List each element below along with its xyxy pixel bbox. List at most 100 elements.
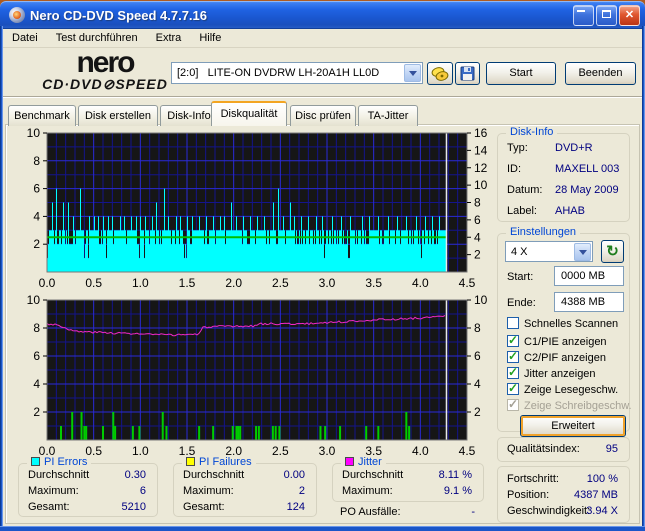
- svg-text:0.5: 0.5: [85, 276, 102, 290]
- pi-errors-stats: PI Errors Durchschnitt 0.30 Maximum: 6 Ges…: [18, 456, 158, 517]
- title-bar[interactable]: Nero CD-DVD Speed 4.7.7.16 ✕: [0, 1, 645, 29]
- tab-disk-erstellen[interactable]: Disk erstellen: [78, 105, 158, 126]
- svg-text:3.0: 3.0: [319, 444, 336, 458]
- svg-text:1.5: 1.5: [179, 276, 196, 290]
- svg-text:2: 2: [474, 405, 481, 419]
- window-border: [0, 526, 645, 531]
- pie-total-label: Gesamt:: [28, 501, 70, 513]
- pif-avg-label: Durchschnitt: [183, 469, 245, 481]
- start-button[interactable]: Start: [486, 62, 556, 85]
- svg-text:4: 4: [474, 230, 481, 244]
- checkbox-icon[interactable]: [507, 317, 519, 329]
- drive-select[interactable]: [2:0] LITE-ON DVDRW LH-20A1H LL0D: [171, 62, 423, 84]
- pif-avg-value: 0.00: [283, 469, 305, 481]
- checkbox-lesegeschw[interactable]: ✓ Zeige Lesegeschw.: [507, 381, 618, 397]
- app-icon: [9, 7, 25, 23]
- pif-total-label: Gesamt:: [183, 501, 225, 513]
- menu-test-durchfuehren[interactable]: Test durchführen: [47, 30, 147, 46]
- checkbox-c1-pie[interactable]: ✓ C1/PIE anzeigen: [507, 333, 607, 349]
- minimize-icon: [577, 9, 585, 12]
- refresh-icon: ↻: [606, 243, 619, 260]
- pie-total-value: 5210: [121, 501, 146, 513]
- checkbox-icon[interactable]: ✓: [507, 333, 519, 347]
- minimize-button[interactable]: [573, 4, 594, 26]
- svg-text:4.0: 4.0: [412, 444, 429, 458]
- disc-eject-icon: [431, 66, 449, 81]
- save-button[interactable]: [455, 62, 480, 85]
- svg-text:4.5: 4.5: [459, 276, 476, 290]
- disk-date-value: 28 May 2009: [555, 184, 619, 196]
- disk-label-value: AHAB: [555, 205, 585, 217]
- eject-disc-button[interactable]: [427, 62, 453, 85]
- disk-id-label: ID:: [507, 163, 522, 175]
- checkbox-icon[interactable]: ✓: [507, 365, 519, 379]
- checkbox-schnelles-scannen[interactable]: Schnelles Scannen: [507, 317, 618, 331]
- pi-failures-legend-icon: [186, 457, 195, 466]
- tab-ta-jitter[interactable]: TA-Jitter: [358, 105, 418, 126]
- advanced-button[interactable]: Erweitert: [520, 415, 626, 437]
- svg-text:2: 2: [474, 248, 481, 262]
- jitter-pif-chart: 2468102468100.0 0.5 1.0 1.5 2.0 2.5 3.0 3.5 4.0 4…: [27, 293, 488, 458]
- close-icon: ✕: [624, 8, 635, 21]
- svg-text:2: 2: [33, 237, 40, 251]
- tab-disc-pruefen[interactable]: Disc prüfen: [290, 105, 356, 126]
- svg-text:1.0: 1.0: [132, 276, 149, 290]
- tab-disk-info[interactable]: Disk-Info: [160, 105, 218, 126]
- svg-text:4: 4: [33, 377, 40, 391]
- svg-text:2.0: 2.0: [225, 276, 242, 290]
- pi-errors-stats-title: PI Errors: [27, 456, 92, 468]
- disk-info-title: Disk-Info: [506, 126, 558, 138]
- pie-max-value: 6: [139, 485, 146, 497]
- svg-text:10: 10: [27, 126, 41, 140]
- menu-datei[interactable]: Datei: [3, 30, 47, 46]
- checkbox-icon: ✓: [507, 397, 519, 411]
- start-field[interactable]: 0000 MB: [554, 266, 624, 286]
- chevron-down-icon[interactable]: [574, 242, 591, 261]
- svg-text:4.0: 4.0: [412, 276, 429, 290]
- refresh-button[interactable]: ↻: [601, 240, 624, 263]
- jitter-avg-value: 8.11 %: [438, 469, 472, 481]
- quit-button[interactable]: Beenden: [565, 62, 636, 85]
- checkbox-icon[interactable]: ✓: [507, 349, 519, 363]
- quality-index-value: 95: [605, 443, 618, 455]
- tab-benchmark[interactable]: Benchmark: [8, 105, 76, 126]
- menu-extra[interactable]: Extra: [147, 30, 191, 46]
- checkbox-icon[interactable]: ✓: [507, 381, 519, 395]
- end-field[interactable]: 4388 MB: [554, 292, 624, 312]
- save-floppy-icon: [460, 66, 475, 81]
- svg-text:6: 6: [474, 213, 481, 227]
- checkbox-c2-pif[interactable]: ✓ C2/PIF anzeigen: [507, 349, 606, 365]
- disk-type-label: Typ:: [507, 142, 528, 154]
- position-label: Position:: [507, 489, 550, 501]
- menu-hilfe[interactable]: Hilfe: [190, 30, 230, 46]
- checkbox-jitter[interactable]: ✓ Jitter anzeigen: [507, 365, 596, 381]
- tab-diskqualitaet[interactable]: Diskqualität: [211, 101, 287, 126]
- pif-max-value: 2: [298, 485, 305, 497]
- svg-text:8: 8: [33, 321, 40, 335]
- svg-text:6: 6: [474, 349, 481, 363]
- position-value: 4387 MB: [573, 489, 618, 501]
- maximize-button[interactable]: [596, 4, 617, 26]
- jitter-legend-icon: [345, 457, 354, 466]
- svg-text:2.5: 2.5: [272, 276, 289, 290]
- pif-total-value: 124: [286, 501, 305, 513]
- close-button[interactable]: ✕: [619, 4, 640, 26]
- svg-text:6: 6: [33, 349, 40, 363]
- pi-failures-stats: PI Failures Durchschnitt 0.00 Maximum: 2 G…: [173, 456, 317, 517]
- jitter-stats-title: Jitter: [341, 456, 386, 468]
- pie-max-label: Maximum:: [28, 485, 79, 497]
- speed-select[interactable]: 4 X: [505, 241, 593, 262]
- jitter-avg-label: Durchschnitt: [342, 469, 404, 481]
- speed-select-value: 4 X: [511, 245, 528, 258]
- svg-text:14: 14: [474, 143, 488, 157]
- pi-failures-stats-title: PI Failures: [182, 456, 256, 468]
- pi-errors-legend-icon: [31, 457, 40, 466]
- cd-dvd-speed-logo-text: CD·DVD⊘SPEED: [42, 76, 168, 92]
- chevron-down-icon[interactable]: [404, 64, 421, 82]
- svg-text:8: 8: [474, 321, 481, 335]
- pie-avg-label: Durchschnitt: [28, 469, 90, 481]
- pif-max-label: Maximum:: [183, 485, 234, 497]
- start-label: Start:: [507, 271, 534, 283]
- svg-text:12: 12: [474, 161, 488, 175]
- po-failures-row: PO Ausfälle: -: [340, 506, 477, 520]
